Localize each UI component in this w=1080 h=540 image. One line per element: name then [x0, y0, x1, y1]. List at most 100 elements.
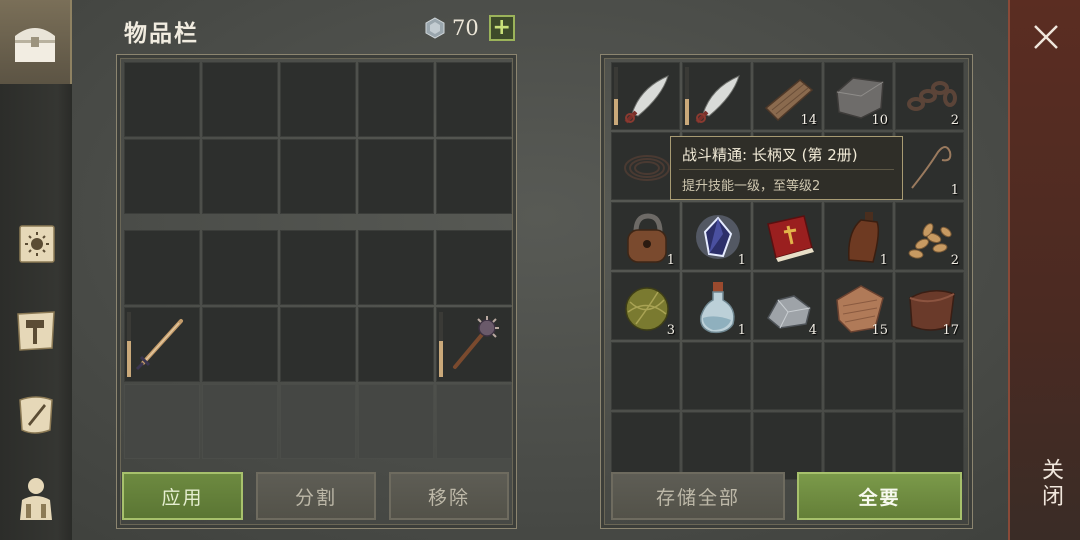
scroll-quill-icon: [19, 396, 53, 434]
close-label[interactable]: 关闭: [1034, 458, 1066, 510]
inventory-slot[interactable]: [358, 62, 434, 137]
mace-icon: [453, 316, 499, 369]
item-quantity: 1: [737, 323, 746, 338]
inventory-slot[interactable]: [124, 230, 200, 305]
close-panel[interactable]: 关闭: [1008, 0, 1080, 540]
item-quantity: 1: [879, 253, 888, 268]
item-quantity: 3: [666, 323, 675, 338]
currency-display: 70 +: [424, 15, 515, 41]
item-quantity: 14: [800, 113, 817, 128]
gem-icon: [425, 17, 445, 39]
container-slot[interactable]: 1: [682, 202, 751, 270]
container-slot[interactable]: [611, 412, 680, 480]
container-grid: 14 10 2 1 1 1 1 2 3 1 4 15 17: [611, 62, 964, 480]
currency-amount: 70: [452, 16, 479, 40]
add-currency-button[interactable]: +: [488, 15, 515, 41]
tab-crafting[interactable]: [0, 298, 72, 362]
machete-icon: [695, 75, 740, 124]
item-quantity: 10: [871, 113, 888, 128]
machete-icon: [624, 75, 669, 124]
inventory-slot-locked: [202, 384, 278, 459]
sun-book-icon: [19, 225, 55, 263]
container-slot[interactable]: [753, 342, 822, 410]
close-icon[interactable]: [1031, 22, 1061, 52]
inventory-slot[interactable]: [280, 307, 356, 382]
inventory-slot-sword[interactable]: [124, 307, 200, 382]
item-quantity: 15: [871, 323, 888, 338]
inventory-slot[interactable]: [436, 139, 512, 214]
item-quantity: 2: [950, 113, 959, 128]
item-quantity: 4: [808, 323, 817, 338]
container-slot[interactable]: 14: [753, 62, 822, 130]
store-all-button[interactable]: 存储全部: [611, 472, 785, 520]
inventory-grid-bottom: [124, 230, 512, 459]
red-book-icon: [767, 215, 814, 262]
container-slot[interactable]: [682, 412, 751, 480]
chest-icon: [15, 28, 55, 62]
container-slot[interactable]: [824, 412, 893, 480]
inventory-slot[interactable]: [202, 62, 278, 137]
container-slot[interactable]: 2: [895, 62, 964, 130]
inventory-slot[interactable]: [280, 139, 356, 214]
inventory-grid-top: [124, 62, 512, 214]
inventory-slot[interactable]: [358, 230, 434, 305]
inventory-slot[interactable]: [124, 62, 200, 137]
inventory-slot[interactable]: [124, 139, 200, 214]
sword-icon: [135, 319, 183, 371]
tooltip-divider: [679, 169, 894, 170]
container-slot[interactable]: [753, 202, 822, 270]
container-slot[interactable]: [611, 62, 680, 130]
container-slot[interactable]: 1: [682, 272, 751, 340]
item-quantity: 2: [950, 253, 959, 268]
tooltip-title: 战斗精通: 长柄叉 (第 2册): [682, 146, 858, 164]
inventory-slot-locked: [280, 384, 356, 459]
rope-coil-icon: [624, 155, 670, 181]
inventory-slot[interactable]: [358, 307, 434, 382]
tab-skills[interactable]: [0, 212, 72, 276]
remove-button[interactable]: 移除: [389, 472, 509, 520]
tab-character[interactable]: [0, 462, 72, 534]
sidebar: [0, 0, 72, 540]
container-slot[interactable]: 2: [895, 202, 964, 270]
container-slot[interactable]: 1: [824, 202, 893, 270]
container-slot[interactable]: 3: [611, 272, 680, 340]
inventory-slot[interactable]: [202, 307, 278, 382]
tab-inventory[interactable]: [0, 0, 72, 84]
container-slot[interactable]: 15: [824, 272, 893, 340]
item-tooltip: 战斗精通: 长柄叉 (第 2册) 提升技能一级，至等级2: [670, 136, 903, 200]
apply-button[interactable]: 应用: [122, 472, 243, 520]
container-slot[interactable]: 10: [824, 62, 893, 130]
container-slot[interactable]: [824, 342, 893, 410]
take-all-button[interactable]: 全要: [797, 472, 962, 520]
hammer-map-icon: [17, 311, 55, 351]
container-slot[interactable]: [611, 342, 680, 410]
container-slot[interactable]: [895, 342, 964, 410]
split-button[interactable]: 分割: [256, 472, 376, 520]
item-quantity: 1: [950, 183, 959, 198]
container-slot[interactable]: [682, 62, 751, 130]
item-quantity: 17: [942, 323, 959, 338]
tab-quests[interactable]: [0, 382, 72, 446]
inventory-slot[interactable]: [280, 230, 356, 305]
inventory-slot-mace[interactable]: [436, 307, 512, 382]
container-slot[interactable]: 17: [895, 272, 964, 340]
character-icon: [20, 478, 52, 520]
tooltip-description: 提升技能一级，至等级2: [682, 179, 821, 194]
inventory-slot[interactable]: [436, 230, 512, 305]
inventory-title: 物品栏: [124, 21, 199, 47]
inventory-slot[interactable]: [358, 139, 434, 214]
container-slot[interactable]: 4: [753, 272, 822, 340]
container-slot[interactable]: [753, 412, 822, 480]
container-slot[interactable]: [895, 412, 964, 480]
container-slot[interactable]: 1: [895, 132, 964, 200]
inventory-slot[interactable]: [436, 62, 512, 137]
container-slot[interactable]: 1: [611, 202, 680, 270]
inventory-slot-locked: [436, 384, 512, 459]
container-slot[interactable]: [682, 342, 751, 410]
inventory-slot-locked: [124, 384, 200, 459]
item-quantity: 1: [666, 253, 675, 268]
item-quantity: 1: [737, 253, 746, 268]
inventory-slot[interactable]: [202, 139, 278, 214]
inventory-slot[interactable]: [280, 62, 356, 137]
inventory-slot[interactable]: [202, 230, 278, 305]
